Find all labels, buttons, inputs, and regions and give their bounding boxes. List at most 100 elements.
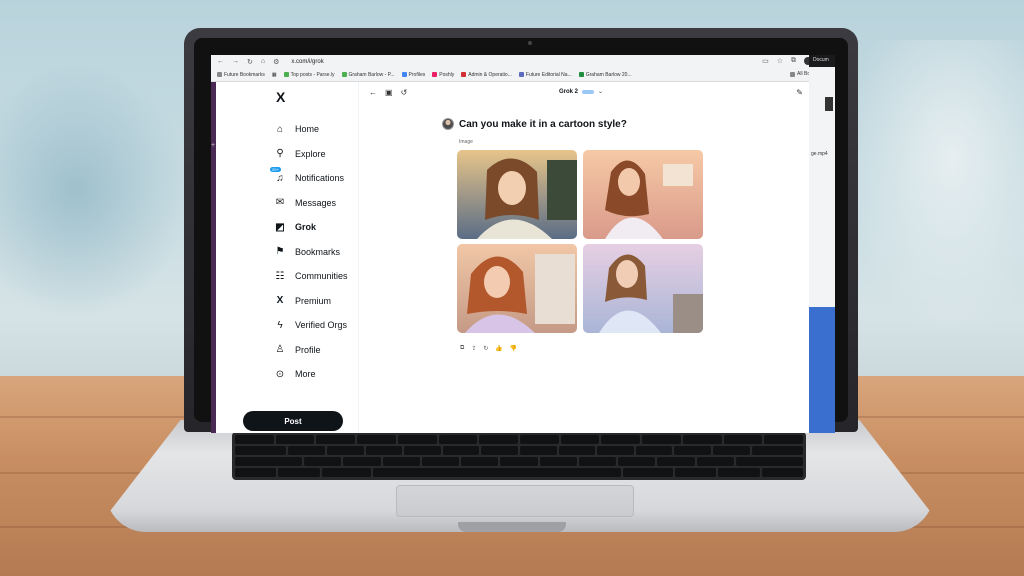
sidebar-toggle-icon[interactable]: ▣ xyxy=(385,88,393,97)
plus-icon: + xyxy=(211,142,216,149)
sidebar-item-label: Verified Orgs xyxy=(295,320,348,331)
beta-tag xyxy=(582,89,595,94)
notification-badge: 20+ xyxy=(270,167,281,173)
sidebar-item-more[interactable]: ⊙ More xyxy=(274,362,348,387)
sidebar-item-label: Home xyxy=(295,124,320,135)
apps-grid-icon[interactable]: ▦ xyxy=(272,72,277,78)
bookmark-favicon xyxy=(432,72,438,77)
post-button[interactable]: Post xyxy=(243,411,343,431)
sidebar-item-explore[interactable]: ⚲ Explore xyxy=(274,142,348,167)
back-arrow-icon[interactable]: ← xyxy=(217,58,224,65)
bookmark-favicon xyxy=(341,72,347,77)
sidebar-item-messages[interactable]: ✉ Messages xyxy=(274,191,348,216)
grok-icon: ◩ xyxy=(275,221,285,233)
bookmark-item[interactable]: Admin & Operatio... xyxy=(461,72,512,78)
chevron-down-icon: ⌄ xyxy=(598,89,604,95)
site-info-icon[interactable]: ⚙ xyxy=(273,58,279,66)
sidebar-item-label: Profile xyxy=(295,344,321,355)
bookmark-favicon xyxy=(578,72,584,77)
bookmark-favicon xyxy=(518,72,524,77)
image-actions: ⧉ ⇪ ↻ 👍 👎 xyxy=(460,345,517,352)
reload-icon[interactable]: ↻ xyxy=(247,58,253,66)
bookmarks-bar: Future Bookmarks ▦ Top posts - Parse.ly … xyxy=(211,68,835,82)
bookmark-favicon xyxy=(283,72,289,77)
sidebar-item-notifications[interactable]: ♫ 20+ Notifications xyxy=(270,166,348,191)
thumbs-down-icon[interactable]: 👎 xyxy=(510,345,517,352)
star-icon[interactable]: ☆ xyxy=(777,57,783,65)
bookmark-item[interactable]: Graham Barlow 20... xyxy=(578,72,632,78)
sidebar-item-label: Communities xyxy=(295,271,348,282)
share-icon[interactable]: ⇪ xyxy=(471,345,476,352)
background-blur-left xyxy=(0,60,190,320)
keyboard-keys xyxy=(235,435,803,477)
image-label: Image xyxy=(459,139,473,145)
sidebar-item-premium[interactable]: X Premium xyxy=(274,289,348,314)
key-row xyxy=(235,457,803,466)
sidebar-item-label: Bookmarks xyxy=(295,246,341,257)
profile-icon: ♙ xyxy=(275,344,285,356)
other-window-filename: ge.mp4 xyxy=(811,151,828,157)
sidebar-item-communities[interactable]: ☷ Communities xyxy=(274,264,348,289)
bookmark-favicon xyxy=(461,72,467,77)
browser-toolbar: ← → ↻ ⌂ ⚙ x.com/i/grok ▭ ☆ ⧉ ⋮ xyxy=(211,55,835,68)
bookmark-item[interactable]: Graham Barlow - P... xyxy=(341,72,395,78)
cast-icon[interactable]: ▭ xyxy=(762,57,769,65)
regenerate-icon[interactable]: ↻ xyxy=(483,345,488,352)
generated-image[interactable] xyxy=(457,244,577,333)
grok-model-selector[interactable]: Grok 2 ⌄ xyxy=(559,88,604,96)
mail-icon: ✉ xyxy=(275,197,285,209)
bookmark-item[interactable]: Top posts - Parse.ly xyxy=(283,72,335,78)
bookmark-icon: ⚑ xyxy=(275,246,285,258)
new-chat-icon[interactable]: ✎ xyxy=(796,88,803,97)
grok-header: ← ▣ ↺ Grok 2 ⌄ ✎ xyxy=(359,82,809,104)
bookmark-item[interactable]: Poshly xyxy=(432,72,454,78)
sidebar-item-profile[interactable]: ♙ Profile xyxy=(274,338,348,363)
sidebar-item-grok[interactable]: ◩ Grok xyxy=(274,215,348,240)
more-icon: ⊙ xyxy=(275,368,285,380)
generated-image[interactable] xyxy=(583,150,703,239)
key-row xyxy=(235,446,803,455)
grok-model-name: Grok 2 xyxy=(559,88,579,95)
camera xyxy=(528,41,532,45)
generated-image[interactable] xyxy=(583,244,703,333)
keyboard xyxy=(232,432,806,480)
sidebar-item-bookmarks[interactable]: ⚑ Bookmarks xyxy=(274,240,348,265)
thumbs-up-icon[interactable]: 👍 xyxy=(495,345,502,352)
bell-icon: ♫ 20+ xyxy=(270,167,284,184)
grok-header-tools: ← ▣ ↺ xyxy=(369,88,407,97)
sidebar-nav: ⌂ Home ⚲ Explore ♫ 20+ Notifications ✉ Me… xyxy=(270,117,348,387)
x-premium-icon: X xyxy=(276,295,284,307)
generated-images-grid xyxy=(457,150,703,333)
sidebar-item-label: Explore xyxy=(295,148,326,159)
bookmark-item[interactable]: Future Editorial Na... xyxy=(518,72,572,78)
copy-icon[interactable]: ⧉ xyxy=(460,345,464,352)
sidebar-item-verified-orgs[interactable]: ϟ Verified Orgs xyxy=(274,313,348,338)
generated-image[interactable] xyxy=(457,150,577,239)
other-window: Docum ge.mp4 xyxy=(809,55,835,433)
x-logo-icon[interactable]: X xyxy=(276,89,285,105)
bookmark-favicon xyxy=(401,72,407,77)
sidebar-item-label: Messages xyxy=(295,197,337,208)
sidebar-item-label: Notifications xyxy=(295,173,345,184)
x-sidebar: X ⌂ Home ⚲ Explore ♫ 20+ Notifications ✉ … xyxy=(238,82,358,433)
folder-icon xyxy=(790,71,796,77)
history-icon[interactable]: ↺ xyxy=(401,88,408,97)
home-icon[interactable]: ⌂ xyxy=(261,58,265,65)
communities-icon: ☷ xyxy=(275,270,285,282)
sidebar-divider xyxy=(358,82,359,433)
url-bar[interactable]: x.com/i/grok xyxy=(291,59,323,65)
sidebar-item-label: Premium xyxy=(295,295,332,306)
back-arrow-icon[interactable]: ← xyxy=(369,88,377,97)
bookmark-item[interactable]: Future Bookmarks xyxy=(217,72,265,78)
bookmark-item[interactable]: Profiles xyxy=(401,72,425,78)
other-window-title: Docum xyxy=(813,57,829,63)
forward-arrow-icon[interactable]: → xyxy=(232,58,239,65)
laptop-notch xyxy=(458,522,566,532)
user-prompt: Can you make it in a cartoon style? xyxy=(442,118,627,130)
sidebar-item-home[interactable]: ⌂ Home xyxy=(274,117,348,142)
key-row xyxy=(235,435,803,444)
background-blur-right xyxy=(844,40,1024,340)
extensions-icon[interactable]: ⧉ xyxy=(791,57,796,65)
sidebar-item-label: More xyxy=(295,369,316,380)
video-thumbnail xyxy=(825,97,833,111)
